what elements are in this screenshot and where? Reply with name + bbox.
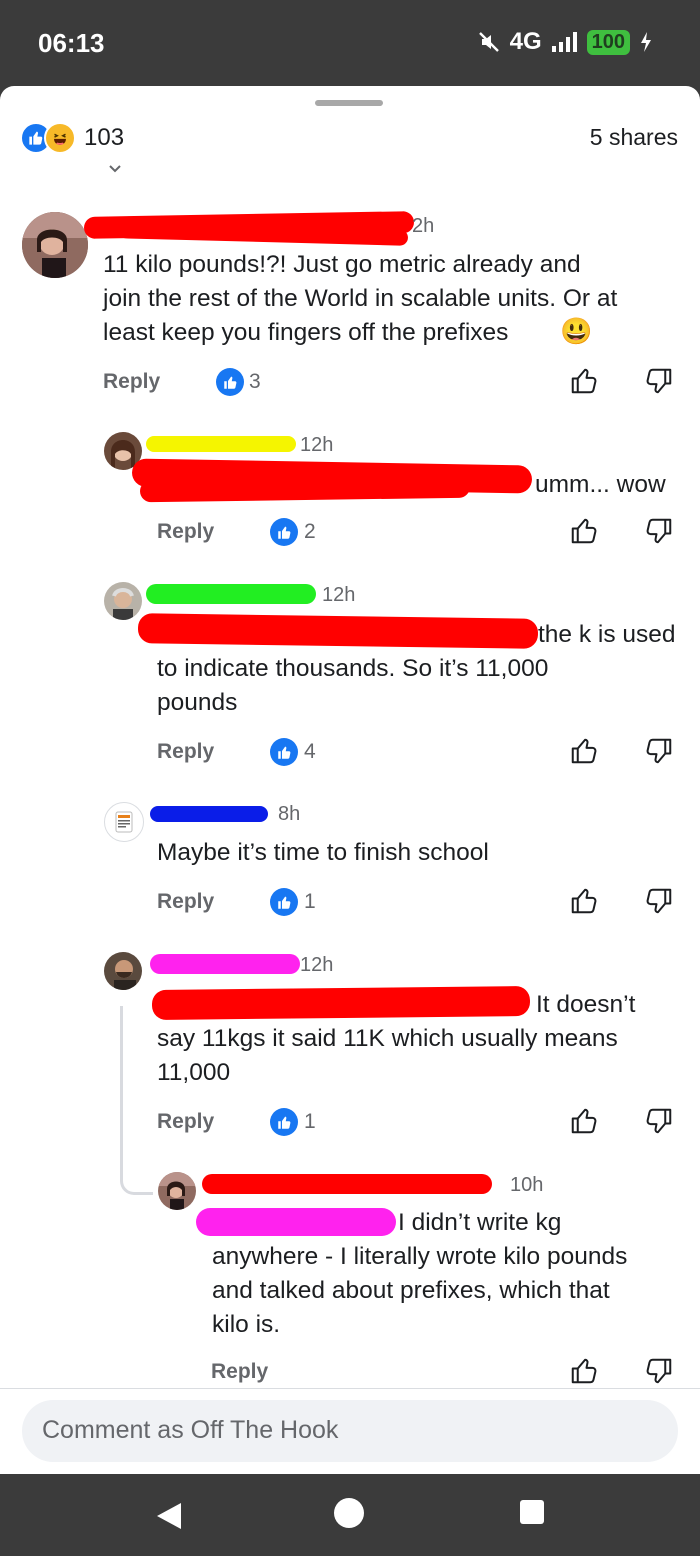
haha-reaction-icon: [44, 122, 76, 154]
thumbs-up-icon[interactable]: [569, 516, 599, 546]
avatar[interactable]: [22, 212, 88, 278]
like-reaction-icon: [270, 888, 298, 916]
comment-text-visible: I didn’t write kg: [398, 1209, 562, 1236]
battery-indicator: 100: [586, 29, 630, 55]
chevron-down-icon[interactable]: [104, 162, 126, 176]
reaction-summary[interactable]: 103: [20, 122, 124, 154]
thumbs-down-icon[interactable]: [644, 1356, 674, 1386]
like-count: 1: [304, 1110, 316, 1133]
author-name-redacted: [146, 584, 316, 604]
avatar[interactable]: [104, 582, 142, 620]
comment-text: Maybe it’s time to finish school: [157, 839, 489, 866]
like-count: 1: [304, 890, 316, 913]
thumbs-down-icon[interactable]: [644, 886, 674, 916]
comment-actions: Reply 1: [0, 884, 700, 920]
system-nav-bar: [0, 1474, 700, 1556]
thumbs-up-icon[interactable]: [569, 366, 599, 396]
recent-apps-icon[interactable]: [520, 1500, 544, 1524]
comment-text-redacted: [139, 475, 471, 503]
share-count[interactable]: 5 shares: [590, 124, 678, 151]
charging-icon: [641, 32, 651, 52]
smiley-emoji: 😃: [560, 316, 593, 346]
back-icon[interactable]: [155, 1501, 183, 1531]
comment-text: to indicate thousands. So it’s 11,000 po…: [157, 655, 549, 716]
mute-icon: [478, 32, 499, 52]
comment-actions: Reply: [0, 1354, 700, 1390]
reply-button[interactable]: Reply: [157, 740, 214, 764]
comment-text: say 11kgs it said 11K which usually mean…: [157, 1025, 618, 1086]
comment-text-redacted: [137, 613, 539, 649]
author-name-redacted: [150, 806, 268, 822]
comment-time: 12h: [300, 434, 334, 456]
comment-actions: Reply 3: [0, 364, 700, 400]
comment-time: 12h: [322, 584, 356, 606]
comment-input[interactable]: Comment as Off The Hook: [22, 1400, 678, 1462]
thumbs-down-icon[interactable]: [644, 366, 674, 396]
comment-text-redacted: [196, 1208, 396, 1236]
thumbs-up-icon[interactable]: [569, 736, 599, 766]
avatar[interactable]: [104, 952, 142, 990]
avatar[interactable]: DAVE: [104, 802, 144, 842]
thumbs-down-icon[interactable]: [644, 736, 674, 766]
comment-actions: Reply 2: [0, 514, 700, 550]
thumbs-up-icon[interactable]: [569, 1356, 599, 1386]
author-name-redacted: [150, 954, 300, 974]
reply-button[interactable]: Reply: [103, 370, 160, 394]
comment-actions: Reply 4: [0, 734, 700, 770]
author-name-redacted: [202, 1174, 492, 1194]
comment-input-placeholder: Comment as Off The Hook: [42, 1416, 339, 1444]
comment-actions: Reply 1: [0, 1104, 700, 1140]
reply-button[interactable]: Reply: [157, 890, 214, 914]
composer-divider: [0, 1388, 700, 1389]
comments-sheet: 103 5 shares 2h 11 kilo pounds!?! Just g…: [0, 86, 700, 1474]
comment-text: anywhere - I literally wrote kilo pounds…: [212, 1243, 628, 1338]
reply-button[interactable]: Reply: [157, 520, 214, 544]
avatar-text: DAVE: [105, 803, 106, 804]
thumbs-up-icon[interactable]: [569, 1106, 599, 1136]
comment-text-visible: It doesn’t: [536, 991, 636, 1018]
comment-time: 10h: [510, 1174, 544, 1196]
like-reaction-icon: [216, 368, 244, 396]
like-reaction-icon: [270, 518, 298, 546]
comment-time: 12h: [300, 954, 334, 976]
thumbs-up-icon[interactable]: [569, 886, 599, 916]
signal-icon: [551, 32, 577, 52]
drag-handle[interactable]: [315, 100, 383, 106]
clock: 06:13: [38, 28, 105, 58]
comment-time: 2h: [412, 215, 435, 237]
reply-button[interactable]: Reply: [211, 1360, 268, 1384]
thread-connector: [120, 1006, 153, 1195]
status-icons: 4G 100: [478, 28, 652, 56]
like-count: 4: [304, 740, 316, 763]
author-name-redacted: [146, 436, 296, 452]
like-count: 3: [249, 370, 261, 393]
network-type: 4G: [509, 28, 542, 55]
home-icon[interactable]: [334, 1498, 364, 1528]
comment-time: 8h: [278, 803, 301, 825]
like-reaction-icon: [270, 1108, 298, 1136]
avatar[interactable]: [158, 1172, 196, 1210]
reply-button[interactable]: Reply: [157, 1110, 214, 1134]
thumbs-down-icon[interactable]: [644, 1106, 674, 1136]
comment-text-redacted: [151, 986, 531, 1020]
like-count: 2: [304, 520, 316, 543]
like-reaction-icon: [270, 738, 298, 766]
comment-text-visible: umm... wow: [535, 471, 666, 498]
comment-text-visible: the k is used: [538, 621, 676, 648]
comment-text: 11 kilo pounds!?! Just go metric already…: [103, 251, 618, 346]
status-bar: 06:13 4G 100: [0, 0, 700, 86]
thumbs-down-icon[interactable]: [644, 516, 674, 546]
reaction-count: 103: [84, 124, 125, 151]
